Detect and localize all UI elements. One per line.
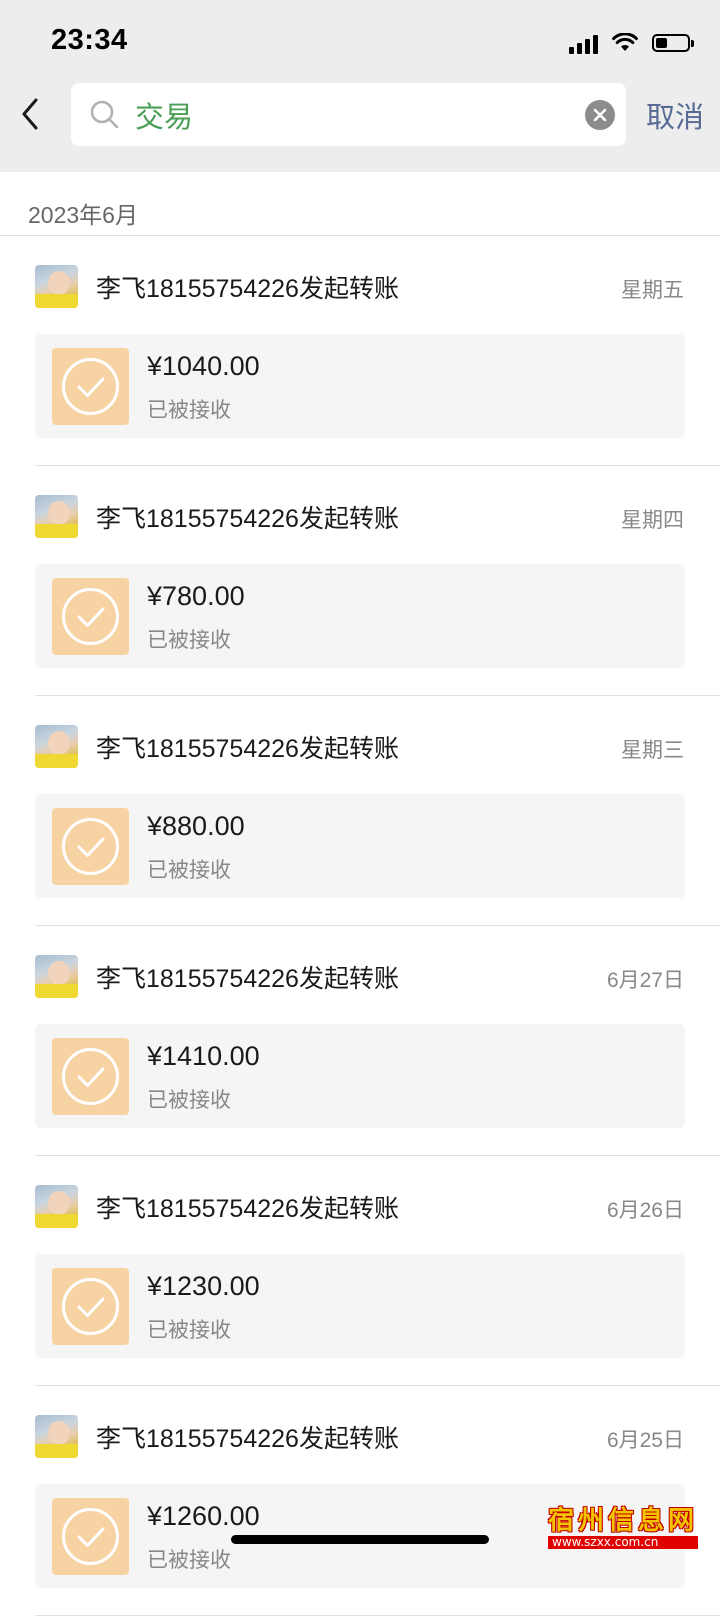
transfer-card[interactable]: ¥880.00 已被接收	[35, 794, 685, 898]
transfer-amount: ¥1230.00	[147, 1271, 260, 1301]
avatar-blanket	[35, 1214, 78, 1228]
transfer-status: 已被接收	[147, 1549, 231, 1572]
status-time: 23:34	[51, 24, 128, 56]
back-button[interactable]	[12, 92, 48, 136]
avatar-blanket	[35, 984, 78, 998]
transfer-received-icon	[52, 1498, 129, 1575]
search-icon	[90, 100, 119, 129]
avatar[interactable]	[35, 1415, 78, 1458]
transfer-amount: ¥1410.00	[147, 1041, 260, 1071]
search-box[interactable]	[71, 83, 626, 146]
transaction-title: 李飞18155754226发起转账	[96, 1195, 399, 1223]
transaction-date: 6月25日	[606, 1429, 684, 1452]
transaction-title: 李飞18155754226发起转账	[96, 505, 399, 533]
transfer-card[interactable]: ¥1040.00 已被接收	[35, 334, 685, 438]
avatar-blanket	[35, 524, 78, 538]
avatar-blanket	[35, 294, 78, 308]
transfer-card[interactable]: ¥780.00 已被接收	[35, 564, 685, 668]
transaction-date: 星期三	[621, 739, 684, 762]
transaction-title: 李飞18155754226发起转账	[96, 965, 399, 993]
transaction-item[interactable]: 李飞18155754226发起转账 星期五 ¥1040.00 已被接收	[0, 236, 720, 466]
transfer-received-icon	[52, 1268, 129, 1345]
battery-icon	[652, 34, 694, 52]
transfer-received-icon	[52, 1038, 129, 1115]
watermark-logo: 宿州信息网 www.szxx.com.cn	[548, 1506, 698, 1551]
month-header: 2023年6月	[28, 202, 138, 228]
transaction-date: 6月27日	[606, 969, 684, 992]
watermark-url: www.szxx.com.cn	[548, 1536, 698, 1549]
transaction-date: 星期四	[621, 509, 684, 532]
transaction-item[interactable]: 李飞18155754226发起转账 6月25日 ¥1260.00 已被接收	[0, 1386, 720, 1616]
avatar[interactable]	[35, 1185, 78, 1228]
avatar-face	[48, 731, 70, 755]
cellular-signal-icon	[569, 32, 598, 54]
transfer-received-icon	[52, 348, 129, 425]
transfer-status: 已被接收	[147, 1319, 231, 1342]
avatar-face	[48, 501, 70, 525]
transaction-item[interactable]: 李飞18155754226发起转账 星期三 ¥880.00 已被接收	[0, 696, 720, 926]
home-indicator[interactable]	[231, 1535, 489, 1544]
avatar-blanket	[35, 754, 78, 768]
transaction-date: 星期五	[621, 279, 684, 302]
transaction-title: 李飞18155754226发起转账	[96, 1425, 399, 1453]
chevron-left-icon	[22, 98, 38, 130]
transfer-status: 已被接收	[147, 1089, 231, 1112]
transfer-card[interactable]: ¥1410.00 已被接收	[35, 1024, 685, 1128]
transaction-title: 李飞18155754226发起转账	[96, 735, 399, 763]
transaction-date: 6月26日	[606, 1199, 684, 1222]
transaction-list: 李飞18155754226发起转账 星期五 ¥1040.00 已被接收 李飞181557…	[0, 236, 720, 1616]
transfer-received-icon	[52, 578, 129, 655]
transfer-card[interactable]: ¥1230.00 已被接收	[35, 1254, 685, 1358]
transfer-status: 已被接收	[147, 399, 231, 422]
transaction-item[interactable]: 李飞18155754226发起转账 6月26日 ¥1230.00 已被接收	[0, 1156, 720, 1386]
transfer-status: 已被接收	[147, 629, 231, 652]
avatar[interactable]	[35, 495, 78, 538]
avatar-face	[48, 271, 70, 295]
top-bar: 23:34 交易 取消	[0, 0, 720, 172]
avatar[interactable]	[35, 955, 78, 998]
clear-search-icon[interactable]	[585, 100, 615, 130]
avatar-face	[48, 1191, 70, 1215]
transfer-amount: ¥1260.00	[147, 1501, 260, 1531]
transfer-amount: ¥880.00	[147, 811, 245, 841]
watermark-text: 宿州信息网	[548, 1506, 699, 1536]
transaction-item[interactable]: 李飞18155754226发起转账 星期四 ¥780.00 已被接收	[0, 466, 720, 696]
transaction-item[interactable]: 李飞18155754226发起转账 6月27日 ¥1410.00 已被接收	[0, 926, 720, 1156]
transfer-received-icon	[52, 808, 129, 885]
avatar[interactable]	[35, 725, 78, 768]
transfer-status: 已被接收	[147, 859, 231, 882]
transfer-amount: ¥780.00	[147, 581, 245, 611]
search-input[interactable]	[135, 93, 575, 137]
avatar[interactable]	[35, 265, 78, 308]
avatar-face	[48, 961, 70, 985]
transfer-amount: ¥1040.00	[147, 351, 260, 381]
avatar-blanket	[35, 1444, 78, 1458]
avatar-face	[48, 1421, 70, 1445]
transaction-title: 李飞18155754226发起转账	[96, 275, 399, 303]
wifi-icon	[612, 33, 638, 51]
cancel-button[interactable]: 取消	[646, 94, 704, 136]
status-icons	[569, 30, 694, 56]
